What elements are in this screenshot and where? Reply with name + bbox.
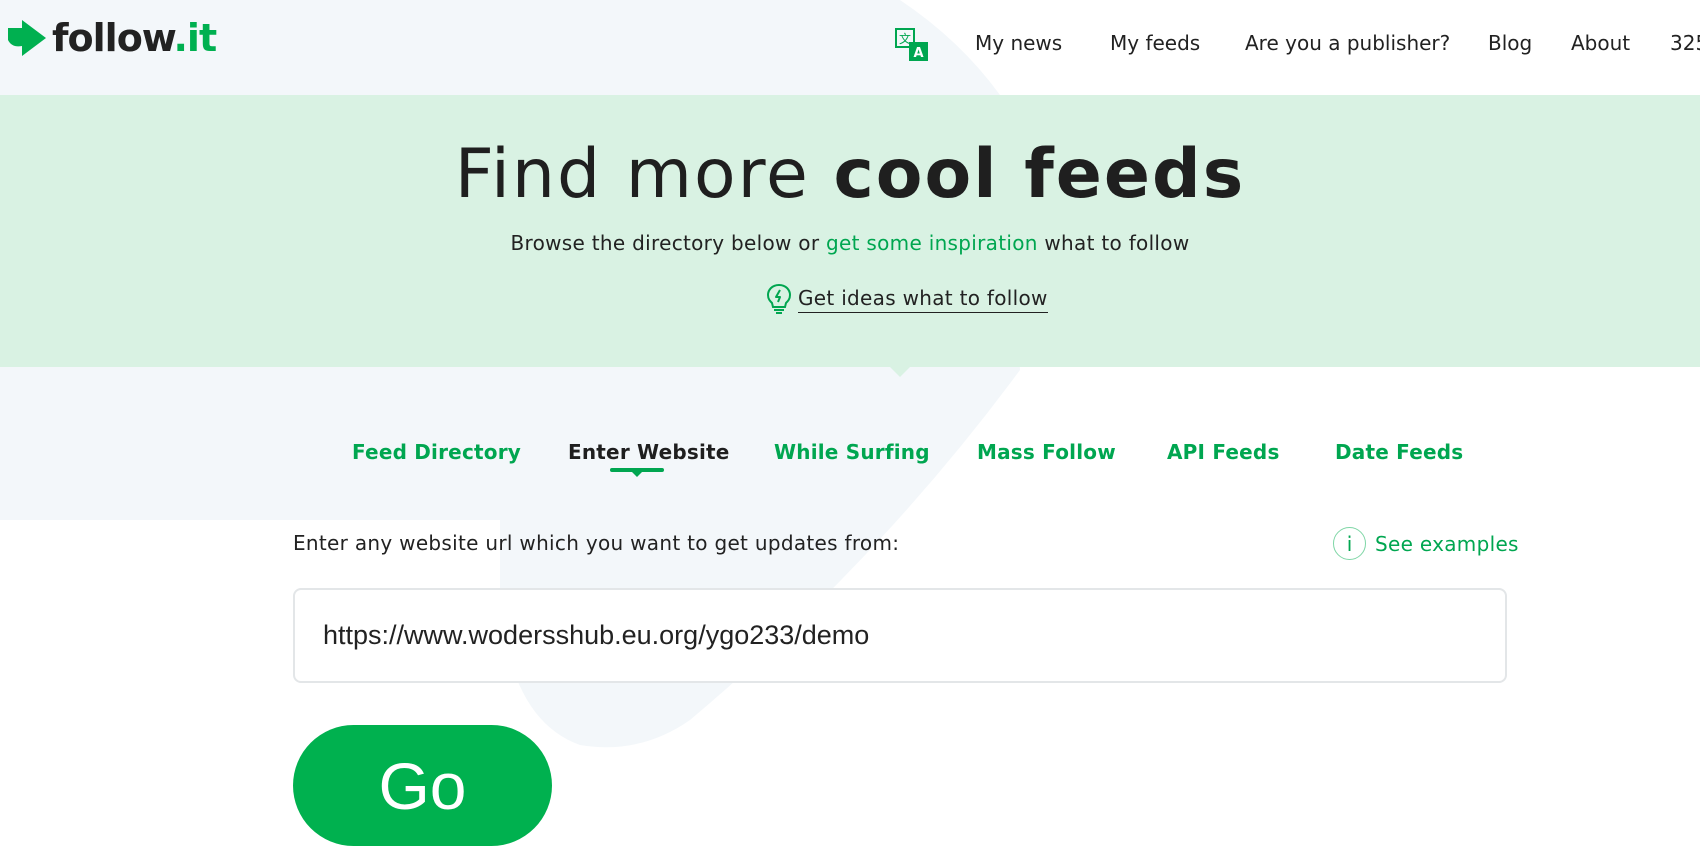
website-url-input[interactable]	[293, 588, 1507, 683]
title-regular: Find more	[454, 135, 834, 214]
translate-icon: 文 A	[895, 28, 928, 61]
lightbulb-icon	[766, 283, 792, 314]
subtitle-after: what to follow	[1037, 231, 1190, 255]
tab-while-surfing[interactable]: While Surfing	[774, 440, 930, 464]
active-tab-caret	[631, 471, 643, 477]
hero-section: Find more cool feeds Browse the director…	[0, 95, 1700, 367]
tab-enter-website[interactable]: Enter Website	[568, 440, 730, 464]
nav-about[interactable]: About	[1571, 31, 1630, 55]
logo-text: follow.it	[52, 16, 217, 60]
top-header: follow.it 文 A My news My feeds Are you a…	[0, 0, 1700, 95]
svg-text:A: A	[913, 46, 923, 61]
inspiration-link[interactable]: get some inspiration	[826, 231, 1038, 255]
get-ideas-label: Get ideas what to follow	[798, 286, 1048, 313]
go-button[interactable]: Go	[293, 725, 552, 846]
tab-feed-directory[interactable]: Feed Directory	[352, 440, 521, 464]
url-instruction: Enter any website url which you want to …	[293, 531, 900, 555]
logo-main: follow	[52, 16, 174, 60]
hero-subtitle: Browse the directory below or get some i…	[0, 231, 1700, 255]
get-ideas-link[interactable]: Get ideas what to follow	[766, 283, 1048, 315]
tab-date-feeds[interactable]: Date Feeds	[1335, 440, 1463, 464]
logo-arrow-icon	[8, 20, 46, 56]
logo[interactable]: follow.it	[6, 16, 217, 60]
nav-my-feeds[interactable]: My feeds	[1110, 31, 1200, 55]
see-examples-label: See examples	[1375, 531, 1519, 556]
see-examples-link[interactable]: i See examples	[1333, 527, 1519, 560]
info-icon: i	[1333, 527, 1366, 560]
nav-my-news[interactable]: My news	[975, 31, 1062, 55]
page-title: Find more cool feeds	[0, 135, 1700, 214]
subtitle-before: Browse the directory below or	[510, 231, 827, 255]
tab-api-feeds[interactable]: API Feeds	[1167, 440, 1280, 464]
title-bold: cool feeds	[833, 135, 1246, 214]
nav-publisher[interactable]: Are you a publisher?	[1245, 31, 1450, 55]
mode-tabs: Feed Directory Enter Website While Surfi…	[0, 440, 1700, 480]
logo-dot: .	[173, 16, 187, 60]
hero-pointer	[890, 367, 910, 377]
nav-blog[interactable]: Blog	[1488, 31, 1532, 55]
tab-mass-follow[interactable]: Mass Follow	[977, 440, 1116, 464]
translate-button[interactable]: 文 A	[895, 28, 929, 62]
logo-suffix: it	[186, 16, 217, 60]
nav-follower-count[interactable]: 325	[1670, 31, 1700, 55]
